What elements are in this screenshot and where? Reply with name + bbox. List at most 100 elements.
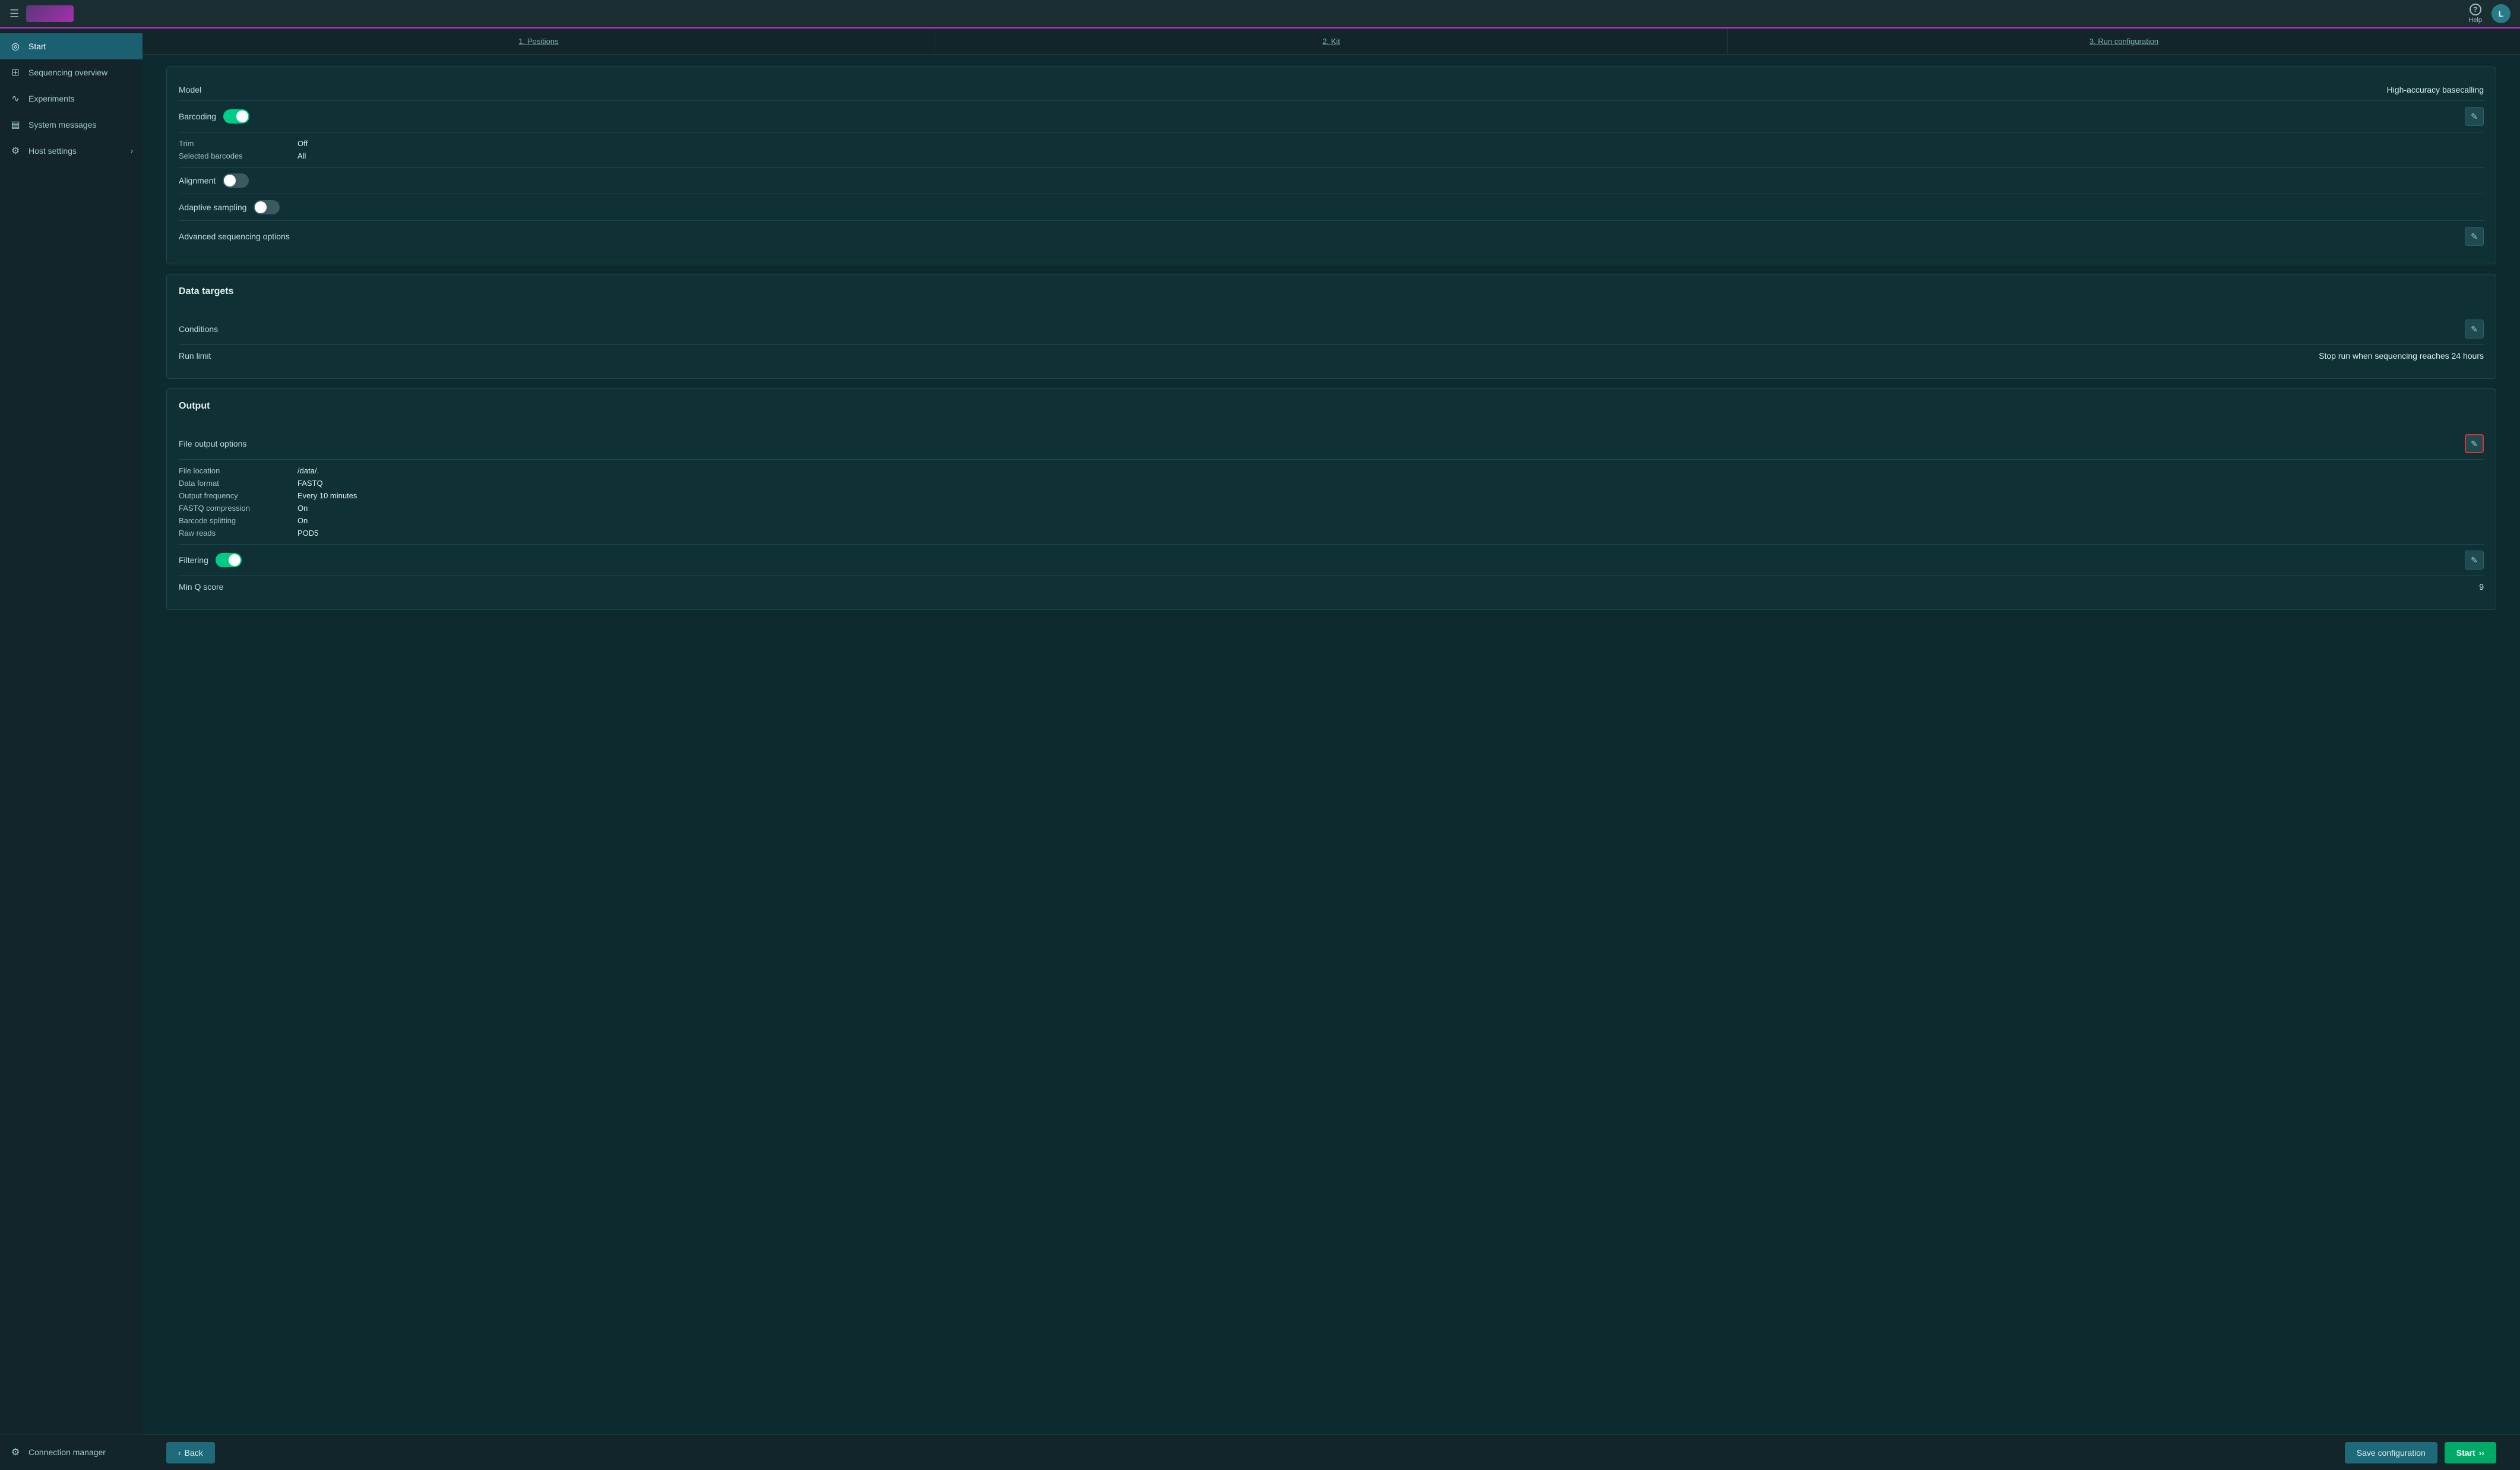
file-output-sub-group: File location /data/. Data format FASTQ …	[179, 460, 2484, 545]
alignment-toggle-knob	[224, 175, 236, 186]
barcoding-label-group: Barcoding	[179, 109, 249, 124]
sidebar-item-label-experiments: Experiments	[29, 94, 75, 103]
selected-barcodes-label: Selected barcodes	[179, 151, 297, 160]
advanced-options-row: Advanced sequencing options ✎	[179, 221, 2484, 252]
model-label: Model	[179, 85, 201, 94]
adaptive-sampling-row: Adaptive sampling	[179, 194, 2484, 221]
content-area: Model High-accuracy basecalling Barcodin…	[143, 55, 2520, 1434]
trim-value: Off	[297, 139, 308, 148]
barcoding-toggle[interactable]	[223, 109, 249, 124]
output-frequency-value: Every 10 minutes	[297, 491, 357, 500]
trim-label: Trim	[179, 139, 297, 148]
sidebar-item-start[interactable]: ◎ Start	[0, 33, 143, 59]
filtering-label-group: Filtering	[179, 553, 242, 567]
file-location-row: File location /data/.	[179, 464, 2484, 477]
model-value: High-accuracy basecalling	[2387, 85, 2484, 94]
filtering-toggle-knob	[229, 554, 240, 566]
min-q-score-label: Min Q score	[179, 582, 223, 592]
file-output-edit-button[interactable]: ✎	[2465, 434, 2484, 453]
data-targets-title: Data targets	[179, 286, 233, 297]
barcode-splitting-label: Barcode splitting	[179, 516, 297, 525]
barcoding-edit-button[interactable]: ✎	[2465, 107, 2484, 126]
alignment-row: Alignment	[179, 167, 2484, 194]
start-icon: ◎	[10, 40, 21, 52]
back-button[interactable]: ‹ Back	[166, 1442, 215, 1463]
file-location-value: /data/.	[297, 466, 319, 475]
run-limit-row: Run limit Stop run when sequencing reach…	[179, 345, 2484, 366]
min-q-score-value: 9	[2479, 582, 2484, 592]
save-configuration-button[interactable]: Save configuration	[2345, 1442, 2437, 1463]
alignment-toggle[interactable]	[223, 173, 249, 188]
sidebar-item-system-messages[interactable]: ▤ System messages	[0, 112, 143, 138]
filtering-label: Filtering	[179, 555, 208, 565]
data-format-value: FASTQ	[297, 479, 323, 488]
file-output-options-label: File output options	[179, 439, 246, 448]
data-format-row: Data format FASTQ	[179, 477, 2484, 489]
step-kit[interactable]: 2. Kit	[935, 29, 1728, 54]
step-run-label: 3. Run configuration	[2090, 37, 2158, 46]
back-label: Back	[185, 1448, 203, 1458]
footer: ‹ Back Save configuration Start ››	[143, 1434, 2520, 1470]
data-targets-header-row: Data targets	[179, 286, 2484, 306]
sidebar-item-label-start: Start	[29, 42, 46, 51]
barcoding-sub-group: Trim Off Selected barcodes All	[179, 132, 2484, 167]
connection-icon: ⚙	[10, 1446, 21, 1458]
help-button[interactable]: ? Help	[2468, 4, 2482, 24]
basecalling-card: Model High-accuracy basecalling Barcodin…	[166, 67, 2496, 264]
sidebar-item-label-settings: Host settings	[29, 146, 77, 156]
run-limit-value: Stop run when sequencing reaches 24 hour…	[2319, 351, 2484, 361]
adaptive-sampling-knob	[255, 201, 267, 213]
save-configuration-label: Save configuration	[2357, 1448, 2426, 1458]
step-kit-label: 2. Kit	[1322, 37, 1340, 46]
advanced-options-label: Advanced sequencing options	[179, 232, 290, 241]
run-limit-label: Run limit	[179, 351, 211, 361]
app-logo	[26, 5, 74, 22]
step-positions-label: 1. Positions	[518, 37, 558, 46]
back-arrow-icon: ‹	[178, 1448, 181, 1458]
grid-icon: ⊞	[10, 67, 21, 78]
topbar: ☰ ? Help L	[0, 0, 2520, 29]
sidebar-item-label-sequencing: Sequencing overview	[29, 68, 107, 77]
user-avatar[interactable]: L	[2491, 4, 2510, 23]
adaptive-sampling-toggle[interactable]	[254, 200, 280, 214]
min-q-score-row: Min Q score 9	[179, 576, 2484, 598]
output-card: Output File output options ✎ File locati…	[166, 388, 2496, 610]
start-button[interactable]: Start ››	[2445, 1442, 2496, 1463]
step-positions[interactable]: 1. Positions	[143, 29, 935, 54]
step-run-configuration[interactable]: 3. Run configuration	[1728, 29, 2520, 54]
data-targets-card: Data targets Conditions ✎ Run limit Stop…	[166, 274, 2496, 379]
output-frequency-label: Output frequency	[179, 491, 297, 500]
output-header-row: Output	[179, 401, 2484, 421]
sidebar-item-experiments[interactable]: ∿ Experiments	[0, 86, 143, 112]
sidebar-footer: ⚙ Connection manager	[0, 1434, 143, 1470]
help-label: Help	[2468, 17, 2482, 24]
output-title: Output	[179, 401, 210, 412]
app-body: ◎ Start ⊞ Sequencing overview ∿ Experime…	[0, 29, 2520, 1470]
conditions-edit-button[interactable]: ✎	[2465, 320, 2484, 339]
barcode-splitting-value: On	[297, 516, 308, 525]
menu-icon[interactable]: ☰	[10, 8, 19, 20]
sidebar-item-label-messages: System messages	[29, 120, 96, 129]
sidebar-footer-label: Connection manager	[29, 1447, 106, 1457]
filtering-edit-button[interactable]: ✎	[2465, 551, 2484, 570]
sidebar-item-host-settings[interactable]: ⚙ Host settings ›	[0, 138, 143, 164]
barcoding-label: Barcoding	[179, 112, 216, 121]
file-location-label: File location	[179, 466, 297, 475]
adaptive-sampling-label: Adaptive sampling	[179, 203, 246, 212]
help-icon: ?	[2470, 4, 2481, 15]
experiments-icon: ∿	[10, 93, 21, 105]
sidebar: ◎ Start ⊞ Sequencing overview ∿ Experime…	[0, 29, 143, 1470]
sidebar-item-sequencing-overview[interactable]: ⊞ Sequencing overview	[0, 59, 143, 86]
barcoding-row: Barcoding ✎	[179, 101, 2484, 132]
file-output-options-row: File output options ✎	[179, 428, 2484, 460]
filtering-toggle[interactable]	[216, 553, 242, 567]
conditions-row: Conditions ✎	[179, 314, 2484, 345]
fastq-compression-value: On	[297, 504, 308, 513]
messages-icon: ▤	[10, 119, 21, 131]
raw-reads-value: POD5	[297, 529, 318, 538]
topbar-right: ? Help L	[2468, 4, 2510, 24]
output-frequency-row: Output frequency Every 10 minutes	[179, 489, 2484, 502]
advanced-options-edit-button[interactable]: ✎	[2465, 227, 2484, 246]
sidebar-item-connection-manager[interactable]: ⚙ Connection manager	[10, 1441, 133, 1463]
start-arrow-icon: ››	[2479, 1448, 2484, 1458]
